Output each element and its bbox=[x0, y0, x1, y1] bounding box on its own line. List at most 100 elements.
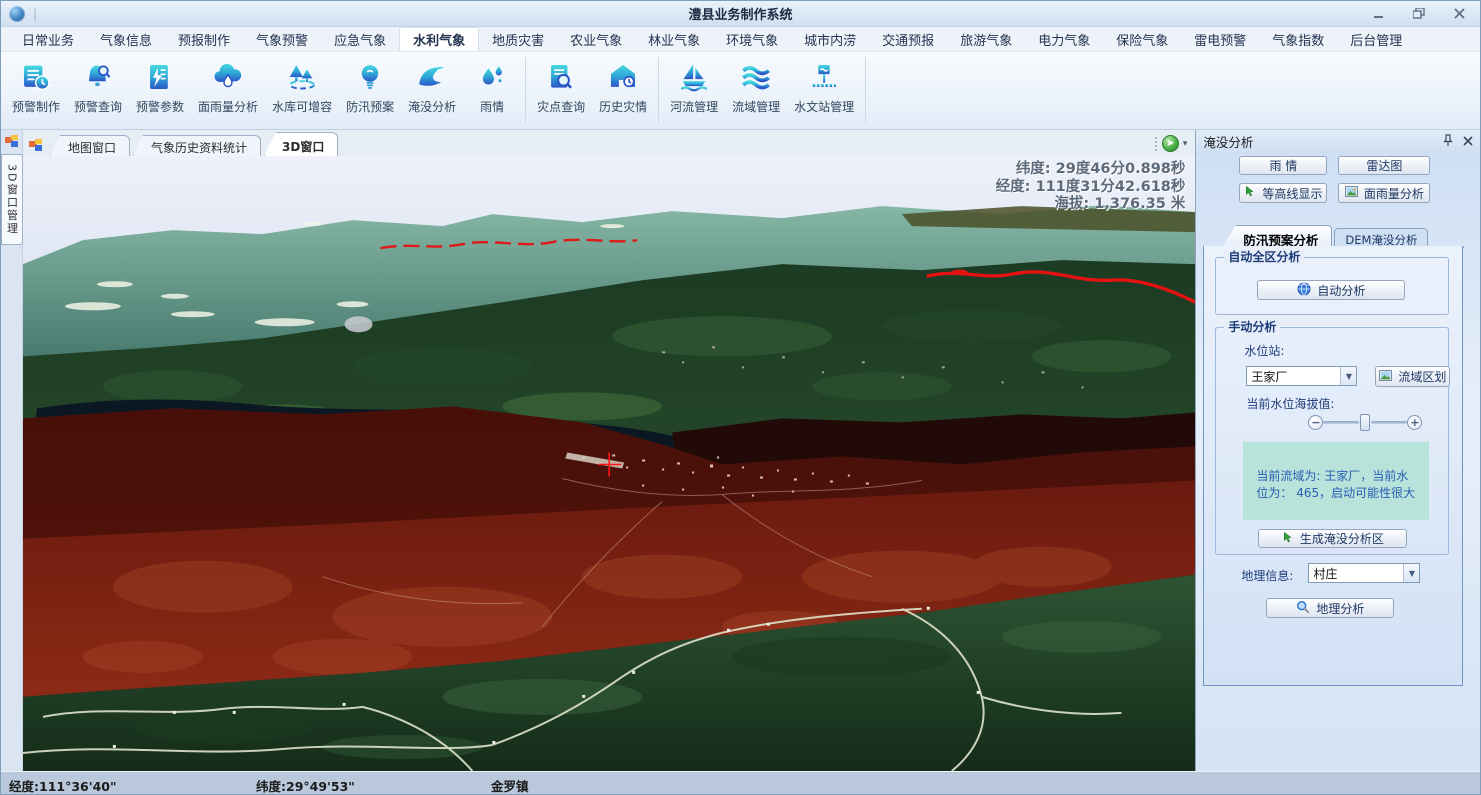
doc-bolt-icon bbox=[142, 59, 178, 95]
overlay-latitude: 纬度: 29度46分0.898秒 bbox=[996, 161, 1186, 179]
titlebar: | 澧县业务制作系统 bbox=[1, 1, 1480, 27]
menu-item-forecast-production[interactable]: 预报制作 bbox=[165, 27, 243, 51]
close-button[interactable] bbox=[1446, 6, 1472, 22]
station-combobox[interactable]: 王家厂 ▼ bbox=[1246, 366, 1357, 386]
app-logo-icon bbox=[9, 6, 25, 22]
globe-icon bbox=[1297, 282, 1311, 299]
toolbar-drag-handle bbox=[1155, 137, 1158, 151]
tab-flood-plan-analysis[interactable]: 防汛预案分析 bbox=[1222, 225, 1332, 247]
ribbon-item-flood-analysis[interactable]: 淹没分析 bbox=[401, 57, 463, 117]
slider-increase-icon[interactable]: + bbox=[1407, 415, 1422, 430]
ribbon-group-separator bbox=[658, 57, 659, 123]
menu-bar: 日常业务 气象信息 预报制作 气象预警 应急气象 水利气象 地质灾害 农业气象 … bbox=[1, 27, 1480, 52]
rain-info-button[interactable]: 雨 情 bbox=[1239, 156, 1327, 175]
slider-track[interactable] bbox=[1323, 421, 1359, 424]
status-longitude: 经度:111°36'40" bbox=[9, 776, 116, 795]
panel-body: 雨 情 雷达图 等高线显示 面雨量分析 防汛预案分析 DEM淹没分析 bbox=[1196, 153, 1480, 771]
ribbon-item-rain-info[interactable]: 雨情 bbox=[463, 57, 521, 117]
basin-zoning-button[interactable]: 流域区划 bbox=[1375, 366, 1450, 387]
radar-image-button[interactable]: 雷达图 bbox=[1338, 156, 1430, 175]
left-dock-strip: 3D窗口管理 bbox=[1, 130, 23, 771]
add-layer-button[interactable]: ➤ bbox=[1162, 135, 1179, 152]
ribbon-item-warning-query[interactable]: 预警查询 bbox=[67, 57, 129, 117]
house-history-icon bbox=[605, 59, 641, 95]
restore-button[interactable] bbox=[1406, 6, 1432, 22]
panel-title: 淹没分析 bbox=[1203, 132, 1253, 151]
panel-header: 淹没分析 bbox=[1196, 130, 1480, 153]
slider-track[interactable] bbox=[1371, 421, 1407, 424]
geo-info-combobox[interactable]: 村庄 ▼ bbox=[1308, 563, 1420, 583]
ribbon-item-river-management[interactable]: 河流管理 bbox=[663, 57, 725, 117]
geo-info-label: 地理信息: bbox=[1241, 567, 1293, 584]
menu-item-backend-admin[interactable]: 后台管理 bbox=[1337, 27, 1415, 51]
menu-item-agriculture-weather[interactable]: 农业气象 bbox=[557, 27, 635, 51]
menu-item-daily-business[interactable]: 日常业务 bbox=[9, 27, 87, 51]
chevron-down-icon[interactable]: ▼ bbox=[1340, 367, 1356, 385]
magnifier-icon bbox=[1296, 600, 1310, 617]
status-latitude: 纬度:29°49'53" bbox=[256, 776, 355, 795]
menu-item-traffic-forecast[interactable]: 交通预报 bbox=[869, 27, 947, 51]
status-bar: 经度:111°36'40" 纬度:29°49'53" 金罗镇 bbox=[1, 771, 1480, 795]
document-area: 地图窗口 气象历史资料统计 3D窗口 ➤ ▾ bbox=[23, 130, 1195, 771]
analysis-tab-bar: 防汛预案分析 DEM淹没分析 bbox=[1212, 225, 1464, 248]
sailboat-icon bbox=[676, 59, 712, 95]
station-label: 水位站: bbox=[1244, 342, 1284, 359]
cursor-arrow-icon bbox=[1244, 185, 1256, 201]
menu-item-forestry-weather[interactable]: 林业气象 bbox=[635, 27, 713, 51]
tab-dem-flood-analysis[interactable]: DEM淹没分析 bbox=[1334, 228, 1428, 247]
water-level-label: 当前水位海拔值: bbox=[1246, 395, 1334, 412]
menu-item-geo-disaster[interactable]: 地质灾害 bbox=[479, 27, 557, 51]
slider-thumb[interactable] bbox=[1360, 414, 1370, 431]
ribbon-item-warning-create[interactable]: 预警制作 bbox=[5, 57, 67, 117]
ribbon-item-warning-params[interactable]: 预警参数 bbox=[129, 57, 191, 117]
window-title: 澧县业务制作系统 bbox=[1, 4, 1480, 23]
ribbon-item-hydro-station-management[interactable]: 水文站管理 bbox=[787, 57, 861, 117]
generate-flood-zone-button[interactable]: 生成淹没分析区 bbox=[1258, 529, 1407, 548]
doc-tab-3d-window[interactable]: 3D窗口 bbox=[264, 132, 338, 156]
ribbon-item-basin-management[interactable]: 流域管理 bbox=[725, 57, 787, 117]
ribbon-group-separator bbox=[525, 57, 526, 123]
flood-plan-tab-page: 自动全区分析 自动分析 手动分析 水位站: 王家厂 ▼ bbox=[1203, 246, 1463, 686]
ribbon-item-disaster-point-query[interactable]: 灾点查询 bbox=[530, 57, 592, 117]
water-level-slider[interactable]: − + bbox=[1308, 414, 1422, 431]
titlebar-separator: | bbox=[33, 7, 37, 21]
menu-item-tourism-weather[interactable]: 旅游气象 bbox=[947, 27, 1025, 51]
menu-item-emergency-weather[interactable]: 应急气象 bbox=[321, 27, 399, 51]
pin-icon[interactable] bbox=[1443, 134, 1453, 150]
ribbon-item-history-disaster[interactable]: 历史灾情 bbox=[592, 57, 654, 117]
waves-icon bbox=[738, 59, 774, 95]
status-town: 金罗镇 bbox=[491, 776, 529, 795]
ribbon-group-separator bbox=[865, 57, 866, 123]
coordinate-overlay: 纬度: 29度46分0.898秒 经度: 111度31分42.618秒 海拔: … bbox=[996, 161, 1186, 214]
ribbon-toolbar: 预警制作 预警查询 预警参数 面雨量分析 水库可增容 防汛预案 淹没分析 雨情 bbox=[1, 52, 1480, 130]
slider-decrease-icon[interactable]: − bbox=[1308, 415, 1323, 430]
doc-tab-map-window[interactable]: 地图窗口 bbox=[50, 135, 130, 156]
menu-item-urban-flood[interactable]: 城市内涝 bbox=[791, 27, 869, 51]
cursor-arrow-icon bbox=[1282, 531, 1294, 547]
auto-analysis-button[interactable]: 自动分析 bbox=[1257, 280, 1405, 300]
geo-analysis-button[interactable]: 地理分析 bbox=[1266, 598, 1394, 618]
menu-item-water-weather[interactable]: 水利气象 bbox=[399, 27, 479, 51]
menu-item-weather-index[interactable]: 气象指数 bbox=[1259, 27, 1337, 51]
dock-tab-3d-window-manager[interactable]: 3D窗口管理 bbox=[1, 154, 23, 245]
ribbon-item-flood-plan[interactable]: 防汛预案 bbox=[339, 57, 401, 117]
ribbon-item-area-rain-analysis[interactable]: 面雨量分析 bbox=[191, 57, 265, 117]
menu-item-weather-info[interactable]: 气象信息 bbox=[87, 27, 165, 51]
menu-item-environment-weather[interactable]: 环境气象 bbox=[713, 27, 791, 51]
menu-item-insurance-weather[interactable]: 保险气象 bbox=[1103, 27, 1181, 51]
ribbon-item-reservoir-capacity[interactable]: 水库可增容 bbox=[265, 57, 339, 117]
trees-icon bbox=[284, 59, 320, 95]
overlay-longitude: 经度: 111度31分42.618秒 bbox=[996, 179, 1186, 197]
document-tab-strip: 地图窗口 气象历史资料统计 3D窗口 ➤ ▾ bbox=[23, 130, 1195, 156]
doc-tab-weather-history-stats[interactable]: 气象历史资料统计 bbox=[133, 135, 261, 156]
panel-close-icon[interactable] bbox=[1463, 134, 1473, 149]
chevron-down-icon[interactable]: ▼ bbox=[1403, 564, 1419, 582]
menu-item-power-weather[interactable]: 电力气象 bbox=[1025, 27, 1103, 51]
minimize-button[interactable] bbox=[1366, 6, 1392, 22]
map-3d-view[interactable]: 纬度: 29度46分0.898秒 经度: 111度31分42.618秒 海拔: … bbox=[23, 156, 1195, 771]
area-rain-analysis-button[interactable]: 面雨量分析 bbox=[1338, 183, 1430, 203]
menu-item-lightning-warning[interactable]: 雷电预警 bbox=[1181, 27, 1259, 51]
contour-display-button[interactable]: 等高线显示 bbox=[1239, 183, 1327, 203]
toolbar-overflow-caret[interactable]: ▾ bbox=[1183, 139, 1188, 149]
menu-item-weather-warning[interactable]: 气象预警 bbox=[243, 27, 321, 51]
